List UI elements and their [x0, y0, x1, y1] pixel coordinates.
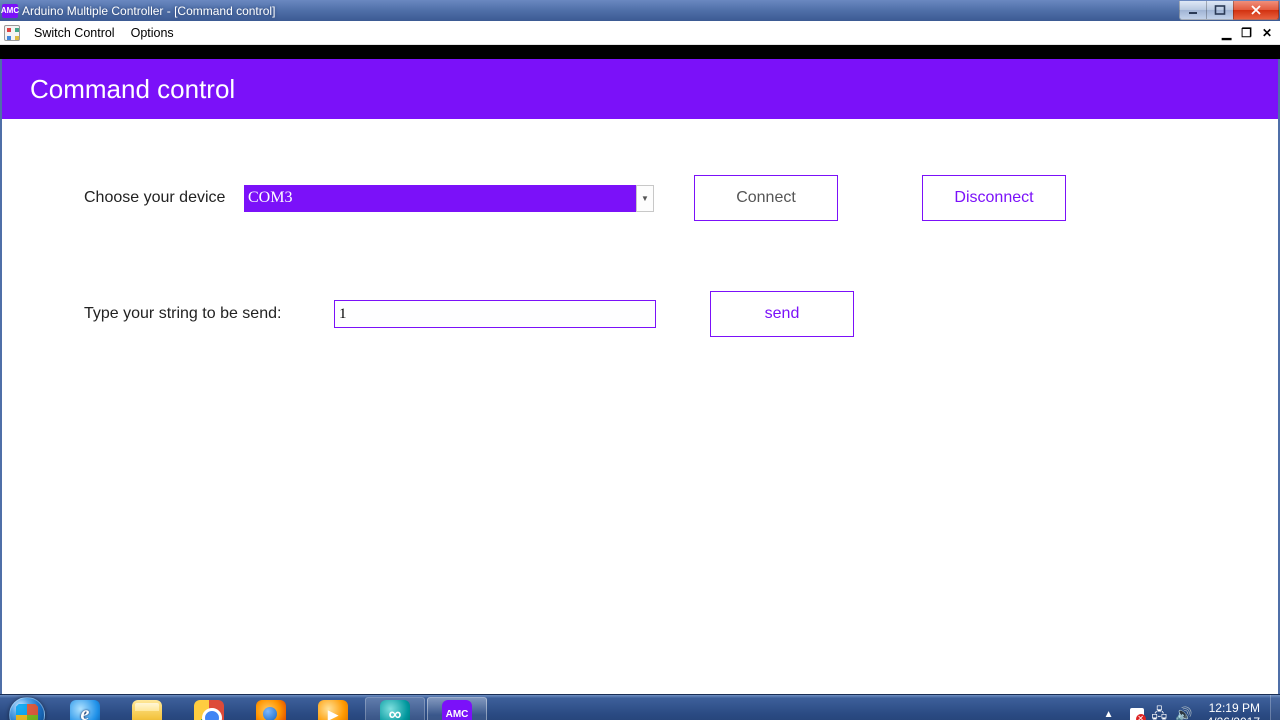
app-icon: AMC: [2, 4, 18, 18]
folder-icon: [132, 700, 162, 720]
taskbar-media-player[interactable]: [303, 697, 363, 720]
action-center-icon[interactable]: [1130, 708, 1144, 720]
device-label: Choose your device: [84, 189, 244, 207]
taskbar-file-explorer[interactable]: [117, 697, 177, 720]
mdi-close-button[interactable]: ✕: [1260, 26, 1274, 40]
os-taskbar: ▲ 🖧 🔊 12:19 PM 4/26/2017: [0, 694, 1280, 720]
string-input[interactable]: [334, 300, 656, 328]
device-combobox[interactable]: COM3: [244, 185, 636, 212]
os-window-titlebar: AMC Arduino Multiple Controller - [Comma…: [0, 0, 1280, 21]
show-desktop-button[interactable]: [1270, 695, 1280, 720]
chevron-down-icon: ▼: [641, 194, 649, 203]
connect-button[interactable]: Connect: [694, 175, 838, 221]
device-combobox-arrow[interactable]: ▼: [636, 185, 654, 212]
send-button[interactable]: send: [710, 291, 854, 337]
mdi-minimize-button[interactable]: ▁: [1220, 26, 1233, 40]
chrome-icon: [194, 700, 224, 720]
window-minimize-button[interactable]: [1179, 1, 1207, 20]
tray-show-hidden-icons[interactable]: ▲: [1096, 709, 1122, 720]
window-maximize-button[interactable]: [1206, 1, 1234, 20]
windows-logo-icon: [9, 697, 45, 720]
taskbar-firefox[interactable]: [241, 697, 301, 720]
play-icon: [318, 700, 348, 720]
string-label: Type your string to be send:: [84, 305, 334, 323]
taskbar-arduino-ide[interactable]: [365, 697, 425, 720]
network-icon[interactable]: 🖧: [1152, 703, 1168, 720]
start-button[interactable]: [0, 695, 54, 720]
ie-icon: [70, 700, 100, 720]
mdi-restore-button[interactable]: ❐: [1239, 26, 1254, 40]
firefox-icon: [256, 700, 286, 720]
tray-date: 4/26/2017: [1207, 715, 1260, 720]
taskbar-chrome[interactable]: [179, 697, 239, 720]
tray-clock[interactable]: 12:19 PM 4/26/2017: [1201, 701, 1270, 720]
window-title: Arduino Multiple Controller - [Command c…: [22, 4, 275, 18]
amc-icon: [442, 700, 472, 720]
page-title: Command control: [30, 74, 235, 105]
volume-icon[interactable]: 🔊: [1175, 706, 1192, 720]
menu-bar: Switch Control Options ▁ ❐ ✕: [0, 21, 1280, 45]
tray-time: 12:19 PM: [1207, 701, 1260, 715]
window-close-button[interactable]: [1233, 1, 1279, 20]
form-icon: [4, 25, 20, 41]
taskbar-internet-explorer[interactable]: [55, 697, 115, 720]
client-area: Command control Choose your device COM3 …: [0, 59, 1280, 694]
page-title-band: Command control: [2, 59, 1278, 119]
taskbar-amc-app[interactable]: [427, 697, 487, 720]
arduino-icon: [380, 700, 410, 720]
menu-switch-control[interactable]: Switch Control: [26, 23, 123, 43]
disconnect-button[interactable]: Disconnect: [922, 175, 1066, 221]
menu-options[interactable]: Options: [123, 23, 182, 43]
